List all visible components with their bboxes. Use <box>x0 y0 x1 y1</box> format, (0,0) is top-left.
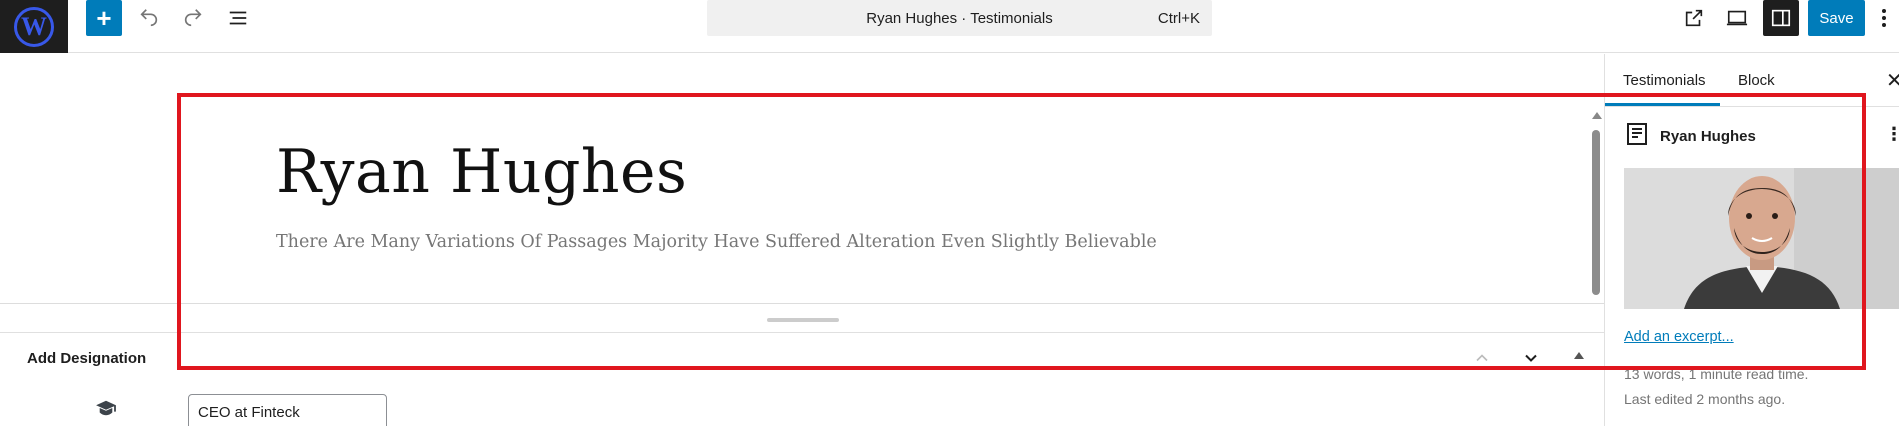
editor-header: W + Ryan Hughes · Testimonials Ctrl+K Sa… <box>0 0 1899 53</box>
add-block-button[interactable]: + <box>86 0 122 36</box>
post-document-icon <box>1625 122 1649 151</box>
featured-image-portrait <box>1624 168 1899 309</box>
last-edited: Last edited 2 months ago. <box>1624 391 1786 407</box>
list-view-icon <box>229 11 247 25</box>
view-post-button[interactable] <box>1676 0 1712 36</box>
vertical-ellipsis-icon <box>1882 9 1886 27</box>
featured-image[interactable] <box>1624 168 1899 309</box>
tab-testimonials[interactable]: Testimonials <box>1623 54 1706 106</box>
move-up-button[interactable] <box>1472 348 1492 373</box>
post-title[interactable]: Ryan Hughes <box>276 137 687 207</box>
undo-icon <box>140 9 158 27</box>
settings-button[interactable] <box>1763 0 1799 36</box>
command-palette-bar[interactable]: Ryan Hughes · Testimonials Ctrl+K <box>707 0 1212 36</box>
post-content-paragraph[interactable]: There Are Many Variations Of Passages Ma… <box>276 232 1157 252</box>
wordpress-logo-icon: W <box>14 6 54 47</box>
editor-canvas[interactable]: Ryan Hughes There Are Many Variations Of… <box>0 54 1604 303</box>
undo-button[interactable] <box>131 0 167 36</box>
redo-icon <box>184 9 202 27</box>
plus-icon: + <box>96 3 112 33</box>
keyboard-shortcut: Ctrl+K <box>1157 9 1200 27</box>
canvas-divider <box>0 303 1604 304</box>
external-link-icon <box>1685 9 1703 27</box>
chevron-up-icon <box>1476 354 1488 362</box>
wordpress-logo-button[interactable]: W <box>0 0 68 53</box>
document-title: Ryan Hughes · Testimonials <box>866 9 1053 27</box>
canvas-scrollbar[interactable] <box>1590 112 1602 303</box>
add-excerpt-link[interactable]: Add an excerpt... <box>1624 329 1734 345</box>
close-icon: ✕ <box>1886 70 1899 92</box>
close-sidebar-button[interactable]: ✕ <box>1886 68 1899 93</box>
designation-input[interactable] <box>188 394 387 426</box>
chevron-down-icon <box>1525 354 1537 362</box>
tab-block[interactable]: Block <box>1738 54 1775 106</box>
meta-boxes-resize-handle[interactable] <box>767 318 839 322</box>
save-button[interactable]: Save <box>1808 0 1865 36</box>
options-button[interactable] <box>1874 0 1894 36</box>
meta-box-divider <box>0 332 1604 333</box>
preview-button[interactable] <box>1719 0 1755 36</box>
toggle-panel-icon[interactable] <box>1574 352 1584 359</box>
scrollbar-thumb[interactable] <box>1592 130 1600 295</box>
meta-box-title[interactable]: Add Designation <box>27 350 146 367</box>
settings-sidebar: Testimonials Block ✕ Ryan Hughes ⋮ Add a… <box>1604 54 1899 426</box>
sidebar-divider <box>1605 106 1899 107</box>
settings-sidebar-icon <box>1771 9 1791 27</box>
redo-button[interactable] <box>175 0 211 36</box>
desktop-preview-icon <box>1726 10 1748 26</box>
move-down-button[interactable] <box>1521 348 1541 373</box>
document-actions-button[interactable]: ⋮ <box>1885 124 1899 145</box>
graduation-cap-icon <box>95 399 117 422</box>
document-card-title: Ryan Hughes <box>1660 128 1756 145</box>
document-overview-button[interactable] <box>220 0 256 36</box>
scroll-up-arrow-icon[interactable] <box>1592 112 1602 119</box>
word-count: 13 words, 1 minute read time. <box>1624 366 1809 382</box>
